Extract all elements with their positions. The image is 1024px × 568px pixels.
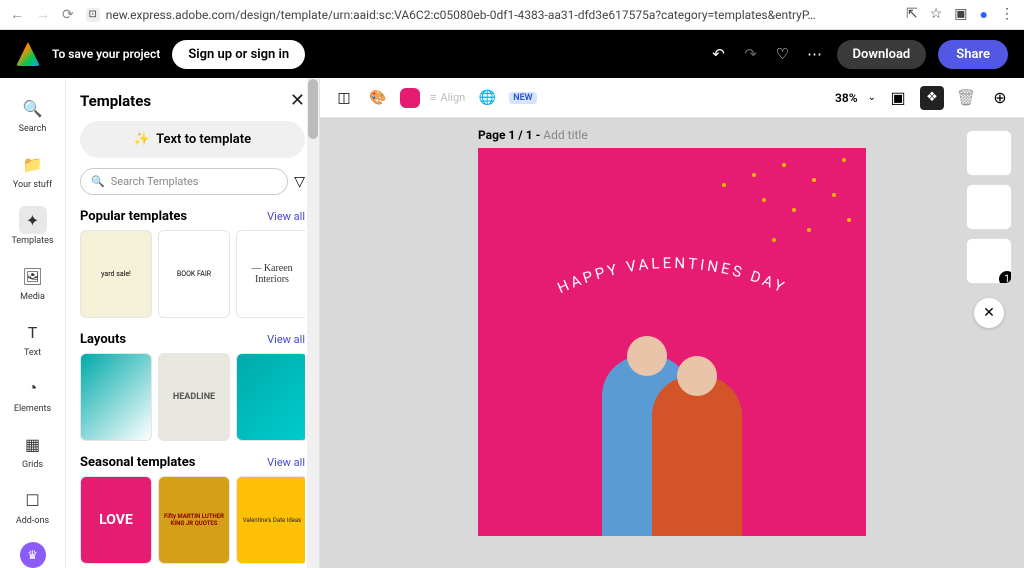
templates-panel: Templates ✕ ✨ Text to template 🔍 Search …: [66, 78, 320, 568]
media-icon: 🖼: [19, 262, 47, 290]
zoom-level[interactable]: 38%: [835, 91, 858, 105]
layouts-heading: Layouts: [80, 332, 126, 347]
color-icon[interactable]: 🎨: [366, 86, 390, 110]
panel-title: Templates: [80, 92, 151, 110]
seasonal-thumb[interactable]: LOVE: [80, 476, 152, 564]
signup-button[interactable]: Sign up or sign in: [172, 40, 305, 69]
page-title-input[interactable]: Add title: [543, 128, 587, 142]
layouts-viewall[interactable]: View all: [267, 333, 305, 346]
layer-thumb[interactable]: [966, 184, 1012, 230]
rail-elements[interactable]: ◔Elements: [0, 368, 65, 420]
layer-thumb[interactable]: 1: [966, 238, 1012, 284]
layer-thumb[interactable]: [966, 130, 1012, 176]
addons-icon: ☐: [19, 486, 47, 514]
rail-text[interactable]: TText: [0, 312, 65, 364]
seasonal-thumb[interactable]: Valentine's Date Ideas: [236, 476, 305, 564]
extensions-icon[interactable]: ▣: [954, 6, 967, 23]
translate-icon[interactable]: 🌐: [475, 86, 499, 110]
layer-thumbnails: 1 ✕: [966, 130, 1012, 328]
seasonal-heading: Seasonal templates: [80, 455, 195, 470]
seasonal-thumb[interactable]: Fifty MARTIN LUTHER KING JR QUOTES: [158, 476, 230, 564]
rail-grids[interactable]: ▦Grids: [0, 424, 65, 476]
canvas-area: ◫ 🎨 ≡Align 🌐 NEW 38% ⌄ ▣ ❖ 🗑 ⊕ Page 1 / …: [320, 78, 1024, 568]
save-project-text: To save your project: [52, 47, 160, 61]
popular-viewall[interactable]: View all: [267, 210, 305, 223]
adobe-express-logo[interactable]: [16, 42, 40, 66]
back-icon[interactable]: ←: [10, 6, 24, 23]
canvas-toolbar: ◫ 🎨 ≡Align 🌐 NEW 38% ⌄ ▣ ❖ 🗑 ⊕: [320, 78, 1024, 118]
crop-icon[interactable]: ◫: [332, 86, 356, 110]
panel-scrollbar[interactable]: [307, 78, 319, 568]
download-button[interactable]: Download: [837, 40, 927, 69]
new-badge: NEW: [509, 92, 536, 104]
share-button[interactable]: Share: [938, 40, 1008, 69]
more-icon[interactable]: ⋯: [805, 45, 825, 63]
popular-heading: Popular templates: [80, 209, 187, 224]
template-thumb[interactable]: BOOK FAIR: [158, 230, 230, 318]
text-to-template-button[interactable]: ✨ Text to template: [80, 121, 305, 158]
rail-addons[interactable]: ☐Add-ons: [0, 480, 65, 532]
sparkle-icon: ✨: [134, 132, 150, 147]
search-placeholder: Search Templates: [111, 175, 199, 188]
add-page-icon[interactable]: ⊕: [988, 86, 1012, 110]
undo-icon[interactable]: ↶: [709, 45, 729, 63]
site-info-icon[interactable]: ⊡: [86, 8, 100, 22]
app-topbar: To save your project Sign up or sign in …: [0, 30, 1024, 78]
rail-your-stuff[interactable]: 📁Your stuff: [0, 144, 65, 196]
elements-icon: ◔: [19, 374, 47, 402]
template-thumb[interactable]: — Kareen Interiors: [236, 230, 305, 318]
reload-icon[interactable]: ⟳: [62, 7, 74, 23]
rail-search[interactable]: 🔍Search: [0, 88, 65, 140]
forward-icon: →: [36, 6, 50, 23]
filter-icon[interactable]: ▽: [294, 174, 305, 190]
layers-icon[interactable]: ❖: [920, 86, 944, 110]
install-icon[interactable]: ⇱: [906, 6, 918, 23]
align-tool: ≡Align: [430, 91, 465, 104]
rail-templates[interactable]: ✦Templates: [0, 200, 65, 252]
redo-icon[interactable]: ↷: [741, 45, 761, 63]
search-icon: 🔍: [19, 94, 47, 122]
rail-media[interactable]: 🖼Media: [0, 256, 65, 308]
thumb-badge: 1: [999, 271, 1012, 284]
search-input[interactable]: 🔍 Search Templates: [80, 168, 288, 195]
seasonal-viewall[interactable]: View all: [267, 456, 305, 469]
svg-text:HAPPY VALENTINES DAY: HAPPY VALENTINES DAY: [555, 254, 790, 297]
page-view-icon[interactable]: ▣: [886, 86, 910, 110]
tips-icon[interactable]: ♡: [773, 45, 793, 63]
profile-icon[interactable]: ●: [980, 6, 988, 23]
chevron-down-icon[interactable]: ⌄: [868, 92, 876, 103]
url-text: new.express.adobe.com/design/template/ur…: [106, 8, 816, 22]
layout-thumb[interactable]: [236, 353, 305, 441]
valentine-headline[interactable]: HAPPY VALENTINES DAY: [512, 238, 832, 318]
layout-thumb[interactable]: HEADLINE: [158, 353, 230, 441]
page-label: Page 1 / 1 - Add title: [320, 118, 1024, 148]
couple-image[interactable]: [582, 336, 762, 536]
layout-thumb[interactable]: [80, 353, 152, 441]
folder-icon: 📁: [19, 150, 47, 178]
crown-icon: ♛: [20, 542, 46, 568]
bookmark-icon[interactable]: ☆: [930, 6, 943, 23]
close-thumbs-icon[interactable]: ✕: [974, 298, 1004, 328]
text-icon: T: [19, 318, 47, 346]
fill-color-swatch[interactable]: [400, 88, 420, 108]
search-icon: 🔍: [91, 175, 105, 188]
trash-icon[interactable]: 🗑: [954, 86, 978, 110]
rail-premium[interactable]: ♛Try Premium: [0, 536, 65, 568]
url-bar[interactable]: ⊡ new.express.adobe.com/design/template/…: [86, 8, 894, 22]
grids-icon: ▦: [19, 430, 47, 458]
browser-bar: ← → ⟳ ⊡ new.express.adobe.com/design/tem…: [0, 0, 1024, 30]
templates-icon: ✦: [19, 206, 47, 234]
close-icon[interactable]: ✕: [290, 90, 305, 111]
design-canvas[interactable]: HAPPY VALENTINES DAY: [478, 148, 866, 536]
menu-icon[interactable]: ⋮: [1000, 6, 1014, 23]
left-rail: 🔍Search 📁Your stuff ✦Templates 🖼Media TT…: [0, 78, 66, 568]
template-thumb[interactable]: yard sale!: [80, 230, 152, 318]
